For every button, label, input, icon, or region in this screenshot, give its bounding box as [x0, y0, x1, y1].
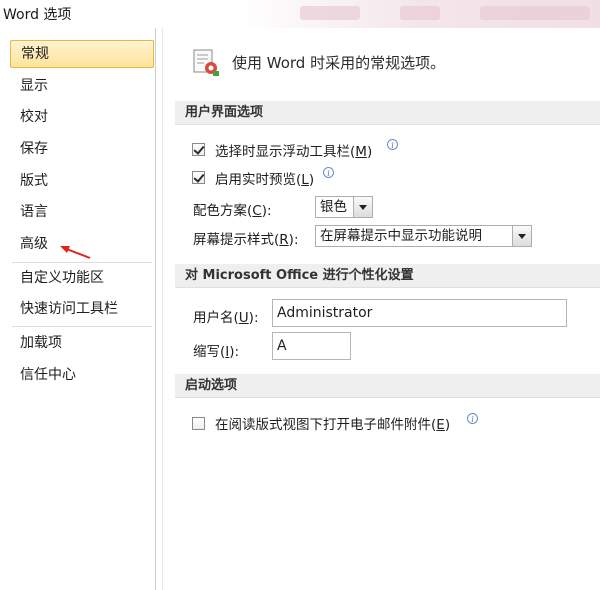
label-suffix: ):	[229, 344, 240, 360]
access-key: M	[355, 144, 367, 160]
label-suffix: ):	[288, 232, 299, 248]
mini-toolbar-label[interactable]: 选择时显示浮动工具栏(M)	[215, 140, 372, 160]
label-text: 启用实时预览(	[215, 172, 302, 188]
open-attachments-label[interactable]: 在阅读版式视图下打开电子邮件附件(E)	[215, 413, 450, 433]
sidebar-item-save[interactable]: 保存	[10, 135, 154, 163]
section-ui-options: 用户界面选项	[175, 101, 600, 125]
sidebar-item-trust-center[interactable]: 信任中心	[10, 361, 154, 389]
sidebar-item-customize-ribbon[interactable]: 自定义功能区	[10, 264, 154, 292]
initials-label: 缩写(I):	[193, 340, 239, 360]
section-personalize: 对 Microsoft Office 进行个性化设置	[175, 264, 600, 288]
live-preview-label[interactable]: 启用实时预览(L)	[215, 168, 314, 188]
sidebar-item-display[interactable]: 显示	[10, 72, 154, 100]
sidebar-item-proofing[interactable]: 校对	[10, 103, 154, 131]
live-preview-checkbox[interactable]	[192, 171, 205, 184]
access-key: E	[436, 417, 445, 433]
mini-toolbar-checkbox[interactable]	[192, 143, 205, 156]
general-options-icon	[193, 49, 219, 76]
info-icon[interactable]: i	[387, 139, 398, 150]
username-label: 用户名(U):	[193, 306, 259, 326]
background-decoration	[300, 6, 360, 20]
username-field[interactable]: Administrator	[272, 299, 567, 327]
section-startup: 启动选项	[175, 374, 600, 398]
chevron-down-icon[interactable]	[512, 226, 531, 246]
screentip-style-label: 屏幕提示样式(R):	[193, 228, 299, 248]
sidebar-item-layout[interactable]: 版式	[10, 167, 154, 195]
label-text: 用户名(	[193, 310, 239, 326]
info-icon[interactable]: i	[323, 167, 334, 178]
label-text: 缩写(	[193, 344, 226, 360]
label-suffix: )	[308, 172, 315, 188]
sidebar-item-language[interactable]: 语言	[10, 198, 154, 226]
select-value: 银色	[320, 199, 347, 215]
background-decoration	[480, 6, 590, 20]
color-scheme-label: 配色方案(C):	[193, 199, 272, 219]
main-panel: 使用 Word 时采用的常规选项。 用户界面选项 选择时显示浮动工具栏(M) i…	[165, 28, 600, 590]
annotation-arrow-icon	[60, 246, 91, 259]
sidebar-item-general[interactable]: 常规	[10, 40, 154, 68]
color-scheme-select[interactable]: 银色	[315, 196, 373, 218]
access-key: C	[252, 203, 262, 219]
sidebar-border	[155, 28, 156, 590]
sidebar-item-quick-access-toolbar[interactable]: 快速访问工具栏	[10, 295, 154, 323]
sidebar-item-add-ins[interactable]: 加载项	[10, 329, 154, 357]
access-key: R	[279, 232, 289, 248]
sidebar-border	[162, 28, 163, 590]
access-key: L	[301, 172, 309, 188]
sidebar-divider	[12, 262, 152, 263]
label-suffix: ):	[261, 203, 272, 219]
background-decoration	[400, 6, 440, 20]
options-sidebar: 常规 显示 校对 保存 版式 语言 高级 自定义功能区 快速访问工具栏 加载项 …	[0, 28, 163, 590]
label-text: 选择时显示浮动工具栏(	[215, 144, 356, 160]
sidebar-divider	[12, 326, 152, 327]
label-suffix: ):	[248, 310, 259, 326]
header-description: 使用 Word 时采用的常规选项。	[232, 54, 446, 72]
chevron-down-icon[interactable]	[353, 197, 372, 217]
window-title: Word 选项	[3, 7, 72, 23]
info-icon[interactable]: i	[467, 413, 478, 424]
label-suffix: )	[366, 144, 373, 160]
screentip-style-select[interactable]: 在屏幕提示中显示功能说明	[315, 225, 532, 247]
label-text: 屏幕提示样式(	[193, 232, 280, 248]
open-attachments-checkbox[interactable]	[192, 417, 205, 430]
label-suffix: )	[444, 417, 451, 433]
title-bar: Word 选项	[0, 0, 600, 28]
access-key: U	[238, 310, 249, 326]
label-text: 在阅读版式视图下打开电子邮件附件(	[215, 417, 437, 433]
label-text: 配色方案(	[193, 203, 253, 219]
select-value: 在屏幕提示中显示功能说明	[320, 228, 482, 244]
initials-field[interactable]: A	[272, 332, 351, 360]
